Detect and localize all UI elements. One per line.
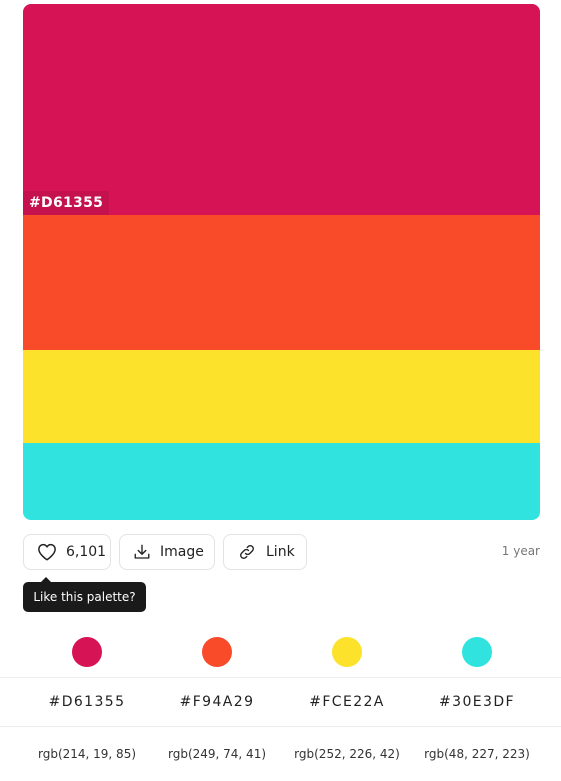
hex-code-cell[interactable]: #D61355 (22, 678, 152, 726)
color-dot-cell[interactable] (152, 630, 282, 677)
swatch-2[interactable] (23, 215, 540, 350)
palette-age: 1 year (501, 544, 540, 558)
tooltip-text: Like this palette? (33, 590, 136, 604)
color-dot-cell[interactable] (412, 630, 542, 677)
copy-link-button[interactable]: Link (223, 534, 307, 570)
image-label: Image (160, 544, 204, 560)
rgb-value[interactable]: rgb(214, 19, 85) (38, 747, 136, 761)
rgb-value-cell[interactable]: rgb(48, 227, 223) (412, 727, 542, 781)
swatch-hex-label: #D61355 (23, 191, 110, 215)
link-icon (240, 545, 254, 559)
hex-code[interactable]: #30E3DF (439, 694, 515, 710)
rgb-values-row: rgb(214, 19, 85) rgb(249, 74, 41) rgb(25… (0, 727, 561, 781)
heart-icon (38, 543, 56, 561)
swatch-1[interactable]: #D61355 (23, 4, 540, 215)
rgb-value[interactable]: rgb(249, 74, 41) (168, 747, 266, 761)
swatch-4[interactable] (23, 443, 540, 520)
hex-code[interactable]: #F94A29 (180, 694, 255, 710)
rgb-value-cell[interactable]: rgb(249, 74, 41) (152, 727, 282, 781)
hex-code[interactable]: #D61355 (49, 694, 126, 710)
color-dot[interactable] (332, 636, 362, 667)
color-dots-row (0, 630, 561, 677)
hex-code-cell[interactable]: #F94A29 (152, 678, 282, 726)
link-label: Link (266, 544, 295, 560)
color-dot[interactable] (72, 636, 102, 667)
color-dot[interactable] (462, 636, 492, 667)
download-icon (134, 544, 150, 559)
hex-code-cell[interactable]: #30E3DF (412, 678, 542, 726)
palette-preview: #D61355 (23, 4, 540, 520)
color-dot[interactable] (202, 636, 232, 667)
rgb-value-cell[interactable]: rgb(252, 226, 42) (282, 727, 412, 781)
color-details: #D61355 #F94A29 #FCE22A #30E3DF rgb(214,… (0, 630, 561, 781)
color-dot-cell[interactable] (282, 630, 412, 677)
hex-code-cell[interactable]: #FCE22A (282, 678, 412, 726)
rgb-value[interactable]: rgb(48, 227, 223) (424, 747, 530, 761)
hex-code[interactable]: #FCE22A (309, 694, 385, 710)
palette-actions: 6,101 Image Link 1 year (23, 534, 540, 572)
like-tooltip: Like this palette? (23, 577, 146, 612)
color-dot-cell[interactable] (22, 630, 152, 677)
like-button[interactable]: 6,101 (23, 534, 111, 570)
download-image-button[interactable]: Image (119, 534, 215, 570)
swatch-3[interactable] (23, 350, 540, 443)
like-count: 6,101 (66, 544, 107, 560)
rgb-value[interactable]: rgb(252, 226, 42) (294, 747, 400, 761)
hex-codes-row: #D61355 #F94A29 #FCE22A #30E3DF (0, 677, 561, 727)
rgb-value-cell[interactable]: rgb(214, 19, 85) (22, 727, 152, 781)
